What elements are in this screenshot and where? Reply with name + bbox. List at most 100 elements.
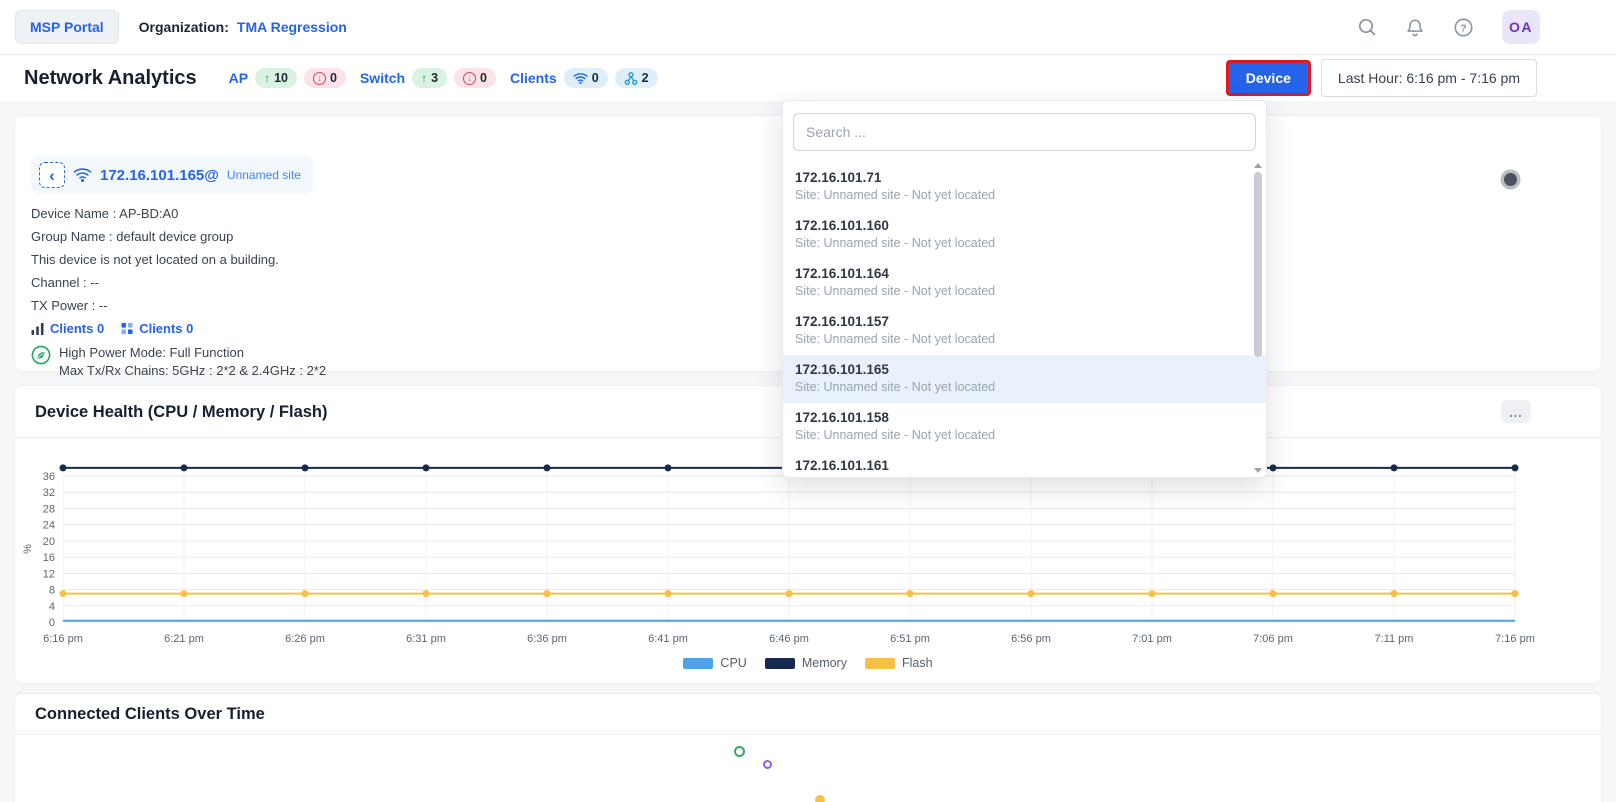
arrow-down-icon: ↓ <box>313 72 326 85</box>
ap-filter[interactable]: AP <box>229 70 248 86</box>
wired-clients-count: 2 <box>642 71 649 85</box>
avatar[interactable]: OA <box>1502 10 1540 44</box>
dropdown-scrollbar[interactable] <box>1253 163 1263 473</box>
organization-name-link[interactable]: TMA Regression <box>237 19 347 35</box>
chart-loading-dot-violet <box>763 760 772 769</box>
map-pin-icon[interactable] <box>1504 173 1517 186</box>
svg-text:24: 24 <box>43 520 55 532</box>
device-option-site: Site: Unnamed site - Not yet located <box>795 332 1252 346</box>
wireless-clients-badge: 0 <box>564 68 608 88</box>
svg-text:20: 20 <box>43 536 55 548</box>
device-option-name: 172.16.101.160 <box>795 218 1252 233</box>
search-icon[interactable] <box>1357 17 1377 37</box>
svg-text:6:56 pm: 6:56 pm <box>1011 633 1051 645</box>
legend-label: CPU <box>720 656 746 670</box>
notifications-bell-icon[interactable] <box>1405 17 1425 38</box>
clients-filter[interactable]: Clients <box>510 70 557 86</box>
device-option[interactable]: 172.16.101.158 Site: Unnamed site - Not y… <box>783 403 1266 451</box>
svg-text:6:21 pm: 6:21 pm <box>164 633 204 645</box>
channel: Channel : -- <box>31 275 351 290</box>
device-health-title: Device Health (CPU / Memory / Flash) <box>35 401 328 423</box>
svg-text:6:16 pm: 6:16 pm <box>43 633 83 645</box>
switch-down-badge: ↓ 0 <box>454 68 496 88</box>
device-option[interactable]: 172.16.101.165Site: Unnamed site - Not y… <box>783 355 1266 403</box>
svg-text:32: 32 <box>43 487 55 499</box>
svg-text:%: % <box>22 544 34 554</box>
svg-text:7:16 pm: 7:16 pm <box>1495 633 1535 645</box>
device-option-name: 172.16.101.157 <box>795 314 1252 329</box>
tx-power: TX Power : -- <box>31 298 351 313</box>
network-stats: AP ↑ 10 ↓ 0 Switch ↑ 3 ↓ 0 Clients <box>229 68 672 88</box>
svg-text:12: 12 <box>43 568 55 580</box>
time-range-selector[interactable]: Last Hour: 6:16 pm - 7:16 pm <box>1321 59 1537 97</box>
page-title: Network Analytics <box>24 67 197 90</box>
organization-label: Organization: <box>139 19 229 35</box>
health-legend: CPU Memory Flash <box>15 656 1601 670</box>
svg-text:36: 36 <box>43 471 55 483</box>
switch-up-count: 3 <box>431 71 438 85</box>
legend-item[interactable]: Flash <box>865 656 933 670</box>
device-health-chart: 048121620242832366:16 pm6:21 pm6:26 pm6:… <box>21 458 1577 650</box>
back-button[interactable]: ‹ <box>39 162 65 188</box>
legend-label: Flash <box>902 656 933 670</box>
svg-text:8: 8 <box>49 585 55 597</box>
device-site-link[interactable]: Unnamed site <box>227 168 301 182</box>
device-option-name: 172.16.101.158 <box>795 410 1252 425</box>
switch-down-count: 0 <box>480 71 487 85</box>
ap-up-count: 10 <box>274 71 288 85</box>
legend-swatch <box>865 658 895 669</box>
wifi-icon <box>73 167 92 183</box>
device-option[interactable]: 172.16.101.157 Site: Unnamed site - Not y… <box>783 307 1266 355</box>
svg-text:6:31 pm: 6:31 pm <box>406 633 446 645</box>
svg-text:6:41 pm: 6:41 pm <box>648 633 688 645</box>
svg-text:6:26 pm: 6:26 pm <box>285 633 325 645</box>
device-title-row: ‹ 172.16.101.165@ Unnamed site <box>31 156 313 194</box>
device-option-name: 172.16.101.71 <box>795 170 1252 185</box>
device-option-site: Site: Unnamed site - Not yet located <box>795 428 1252 442</box>
device-title[interactable]: 172.16.101.165@ <box>100 167 219 184</box>
switch-filter[interactable]: Switch <box>360 70 405 86</box>
clients-24ghz-link[interactable]: Clients 0 <box>139 321 193 336</box>
clients-summary-row: Clients 0 Clients 0 <box>31 321 351 336</box>
msp-portal-button[interactable]: MSP Portal <box>15 10 119 44</box>
scrollbar-thumb[interactable] <box>1254 172 1262 357</box>
device-option-name: 172.16.101.164 <box>795 266 1252 281</box>
arrow-down-icon: ↓ <box>463 72 476 85</box>
power-mode-row: High Power Mode: Full Function Max Tx/Rx… <box>31 344 351 379</box>
device-option[interactable]: 172.16.101.164 Site: Unnamed site - Not y… <box>783 259 1266 307</box>
device-dropdown-list: 172.16.101.71 Site: Unnamed site - Not ye… <box>783 163 1266 478</box>
topbar: MSP Portal Organization: TMA Regression … <box>0 0 1616 55</box>
tx-rx-chains: Max Tx/Rx Chains: 5GHz : 2*2 & 2.4GHz : … <box>59 362 326 380</box>
device-name: Device Name : AP-BD:A0 <box>31 206 351 221</box>
switch-stats: Switch ↑ 3 ↓ 0 <box>360 68 496 88</box>
device-search-input[interactable] <box>793 113 1256 151</box>
scroll-up-icon[interactable] <box>1254 163 1262 168</box>
connected-clients-header: Connected Clients Over Time <box>15 694 1601 735</box>
group-name: Group Name : default device group <box>31 229 351 244</box>
clients-5ghz-link[interactable]: Clients 0 <box>50 321 104 336</box>
scroll-down-icon[interactable] <box>1254 468 1262 473</box>
device-option[interactable]: 172.16.101.160Site: Unnamed site - Not y… <box>783 211 1266 259</box>
legend-item[interactable]: CPU <box>683 656 746 670</box>
device-option[interactable]: 172.16.101.161Site: Unnamed site - Not y… <box>783 451 1266 478</box>
wired-clients-badge: 2 <box>615 68 658 88</box>
device-selector-button[interactable]: Device <box>1226 60 1311 96</box>
svg-text:4: 4 <box>49 601 55 613</box>
legend-item[interactable]: Memory <box>765 656 847 670</box>
card-menu-button[interactable]: … <box>1501 400 1531 423</box>
device-option-site: Site: Unnamed site - Not yet located <box>795 284 1252 298</box>
wifi-icon <box>573 72 588 85</box>
legend-swatch <box>765 658 795 669</box>
clients-stats: Clients 0 2 <box>510 68 658 88</box>
device-option[interactable]: 172.16.101.71Site: Unnamed site - Not ye… <box>783 163 1266 211</box>
device-dropdown-panel: 172.16.101.71 Site: Unnamed site - Not ye… <box>782 100 1267 478</box>
connected-clients-card: Connected Clients Over Time <box>14 693 1602 802</box>
legend-swatch <box>683 658 713 669</box>
signal-bars-icon <box>31 322 45 335</box>
ap-up-badge: ↑ 10 <box>255 68 297 88</box>
device-option-name: 172.16.101.161 <box>795 458 1252 473</box>
help-icon[interactable]: ? <box>1453 17 1474 38</box>
svg-text:6:51 pm: 6:51 pm <box>890 633 930 645</box>
svg-text:16: 16 <box>43 552 55 564</box>
wired-clients-icon <box>624 72 638 85</box>
